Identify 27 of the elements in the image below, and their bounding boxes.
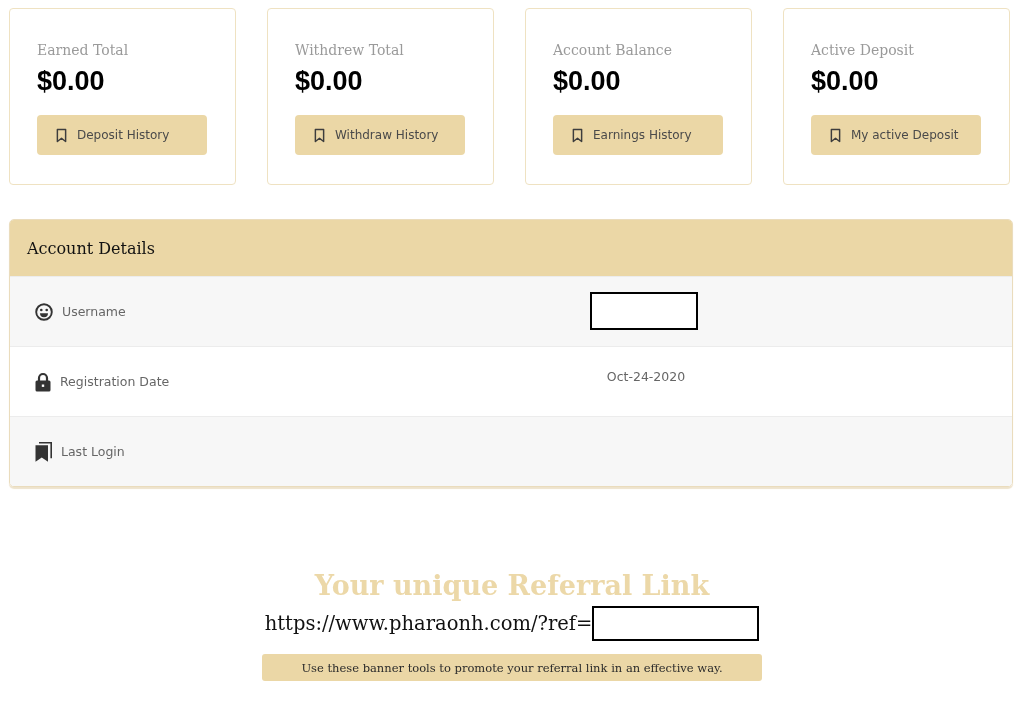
referral-link-text: https://www.pharaonh.com/?ref= [264,612,593,635]
stat-label: Account Balance [553,41,673,59]
stat-label: Withdrew Total [295,41,405,59]
bookmark-icon [572,127,583,143]
history-button[interactable]: Deposit History [37,115,207,155]
bookmarks-icon [35,441,52,462]
smiley-icon [35,302,53,321]
info-banner: Use these banner tools to promote your referral link in an effective way. [262,654,762,681]
referral-title: Your unique Referral Link [314,569,710,603]
bookmark-icon [830,127,841,143]
detail-label: Username [62,304,126,319]
panel-title: Account Details [27,238,155,258]
bookmark-icon [314,127,325,143]
stat-amount: $0.00 [37,65,106,97]
detail-label: Last Login [61,444,125,459]
stat-amount: $0.00 [811,65,880,97]
stat-label: Earned Total [37,41,130,59]
history-button[interactable]: Earnings History [553,115,723,155]
history-button[interactable]: Withdraw History [295,115,465,155]
history-button[interactable]: My active Deposit [811,115,981,155]
stat-amount: $0.00 [553,65,622,97]
stat-label: Active Deposit [811,41,915,59]
stat-amount: $0.00 [295,65,364,97]
bookmark-icon [56,127,67,143]
padlock-icon [35,371,51,392]
detail-label: Registration Date [60,374,170,389]
detail-value: Oct-24-2020 [606,369,686,384]
